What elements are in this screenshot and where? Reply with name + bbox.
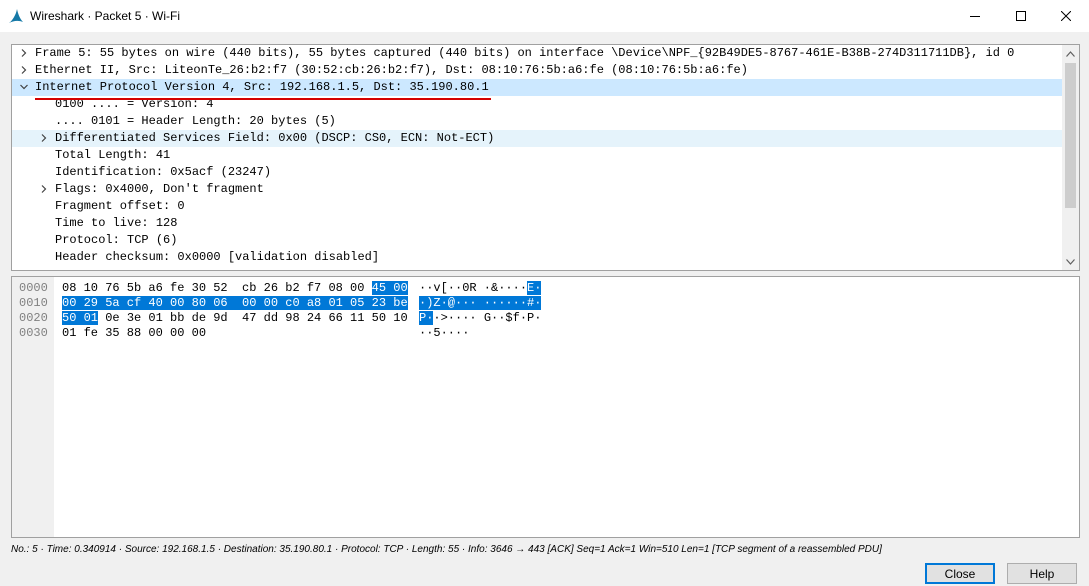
packet-bytes-pane[interactable]: 0000 08 10 76 5b a6 fe 30 52 cb 26 b2 f7 … (11, 276, 1080, 538)
help-button[interactable]: Help (1007, 563, 1077, 584)
byte-offset: 0030 (19, 326, 48, 340)
close-window-button[interactable] (1043, 0, 1089, 32)
tree-item[interactable]: Differentiated Services Field: 0x00 (DSC… (12, 130, 1062, 147)
tree-item-label: Total Length: 41 (55, 148, 171, 162)
byte-offset: 0010 (19, 296, 48, 310)
packet-detail-tree[interactable]: Frame 5: 55 bytes on wire (440 bits), 55… (11, 44, 1080, 271)
tree-item-label: Protocol: TCP (6) (55, 233, 178, 247)
ascii-unselected: ··v[··0R ·&···· (419, 281, 528, 295)
chevron-right-icon[interactable] (19, 65, 29, 75)
hex-unselected: 01 fe 35 88 00 00 00 (62, 326, 207, 340)
maximize-button[interactable] (998, 0, 1044, 32)
tree-item[interactable]: .... 0101 = Header Length: 20 bytes (5) (12, 113, 1062, 130)
ascii-bytes[interactable]: P··>···· G··$f·P· (419, 311, 541, 326)
tree-item[interactable]: Fragment offset: 0 (12, 198, 1062, 215)
tree-item-label: Time to live: 128 (55, 216, 178, 230)
chevron-up-icon (1066, 50, 1075, 57)
annotation-underline (35, 98, 491, 100)
scroll-down-arrow[interactable] (1062, 253, 1079, 270)
ascii-selection: E· (527, 281, 542, 295)
minimize-icon (970, 16, 980, 17)
tree-item-label: Ethernet II, Src: LiteonTe_26:b2:f7 (30:… (35, 63, 748, 77)
chevron-down-icon (1066, 258, 1075, 265)
minimize-button[interactable] (952, 0, 998, 32)
tree-item[interactable]: Frame 5: 55 bytes on wire (440 bits), 55… (12, 45, 1062, 62)
hex-bytes[interactable]: 00 29 5a cf 40 00 80 06 00 00 c0 a8 01 0… (62, 296, 408, 311)
packet-summary-status: No.: 5 · Time: 0.340914 · Source: 192.16… (11, 544, 882, 555)
hex-unselected: 08 10 76 5b a6 fe 30 52 cb 26 b2 f7 08 0… (62, 281, 372, 295)
window-title: Wireshark · Packet 5 · Wi-Fi (30, 9, 181, 23)
hex-selection: 50 01 (62, 311, 99, 325)
ascii-unselected: ·>···· G··$f·P· (433, 311, 542, 325)
ascii-selection: ·)Z·@··· ······#· (419, 296, 542, 310)
hex-bytes[interactable]: 01 fe 35 88 00 00 00 (62, 326, 206, 341)
chevron-right-icon[interactable] (39, 184, 49, 194)
ascii-bytes[interactable]: ··5···· (419, 326, 469, 341)
chevron-right-icon[interactable] (39, 133, 49, 143)
hex-bytes[interactable]: 08 10 76 5b a6 fe 30 52 cb 26 b2 f7 08 0… (62, 281, 408, 296)
hex-bytes[interactable]: 50 01 0e 3e 01 bb de 9d 47 dd 98 24 66 1… (62, 311, 408, 326)
byte-offset: 0020 (19, 311, 48, 325)
tree-item[interactable]: Protocol: TCP (6) (12, 232, 1062, 249)
tree-item-label: Identification: 0x5acf (23247) (55, 165, 272, 179)
hex-selection: 45 00 (371, 281, 408, 295)
title-bar: Wireshark · Packet 5 · Wi-Fi (0, 0, 1089, 32)
tree-item[interactable]: Total Length: 41 (12, 147, 1062, 164)
close-icon (1061, 11, 1071, 21)
tree-item-label: Differentiated Services Field: 0x00 (DSC… (55, 131, 495, 145)
tree-item-label: Flags: 0x4000, Don't fragment (55, 182, 264, 196)
close-button[interactable]: Close (925, 563, 995, 584)
tree-item-label: Internet Protocol Version 4, Src: 192.16… (35, 80, 489, 94)
tree-item-label: .... 0101 = Header Length: 20 bytes (5) (55, 114, 336, 128)
scroll-up-arrow[interactable] (1062, 45, 1079, 62)
ascii-selection: P· (419, 311, 434, 325)
tree-item-label: Header checksum: 0x0000 [validation disa… (55, 250, 380, 264)
tree-item-label: Fragment offset: 0 (55, 199, 185, 213)
vertical-scrollbar[interactable] (1062, 45, 1079, 270)
tree-item[interactable]: Time to live: 128 (12, 215, 1062, 232)
maximize-icon (1016, 11, 1026, 21)
tree-item[interactable]: Ethernet II, Src: LiteonTe_26:b2:f7 (30:… (12, 62, 1062, 79)
tree-item[interactable]: Identification: 0x5acf (23247) (12, 164, 1062, 181)
chevron-right-icon[interactable] (19, 48, 29, 58)
hex-selection: 00 29 5a cf 40 00 80 06 00 00 c0 a8 01 0… (62, 296, 408, 310)
tree-item-label: Frame 5: 55 bytes on wire (440 bits), 55… (35, 46, 1015, 60)
tree-item[interactable]: Header checksum: 0x0000 [validation disa… (12, 249, 1062, 266)
scrollbar-thumb[interactable] (1065, 63, 1076, 208)
byte-offset: 0000 (19, 281, 48, 295)
ascii-bytes[interactable]: ··v[··0R ·&····E· (419, 281, 542, 296)
ascii-bytes[interactable]: ·)Z·@··· ······#· (419, 296, 542, 311)
wireshark-fin-icon (9, 9, 23, 23)
chevron-down-icon[interactable] (19, 82, 29, 92)
hex-unselected: 0e 3e 01 bb de 9d 47 dd 98 24 66 11 50 1… (98, 311, 408, 325)
tree-item[interactable]: Internet Protocol Version 4, Src: 192.16… (12, 79, 1062, 96)
tree-item[interactable]: Flags: 0x4000, Don't fragment (12, 181, 1062, 198)
ascii-unselected: ··5···· (419, 326, 470, 340)
